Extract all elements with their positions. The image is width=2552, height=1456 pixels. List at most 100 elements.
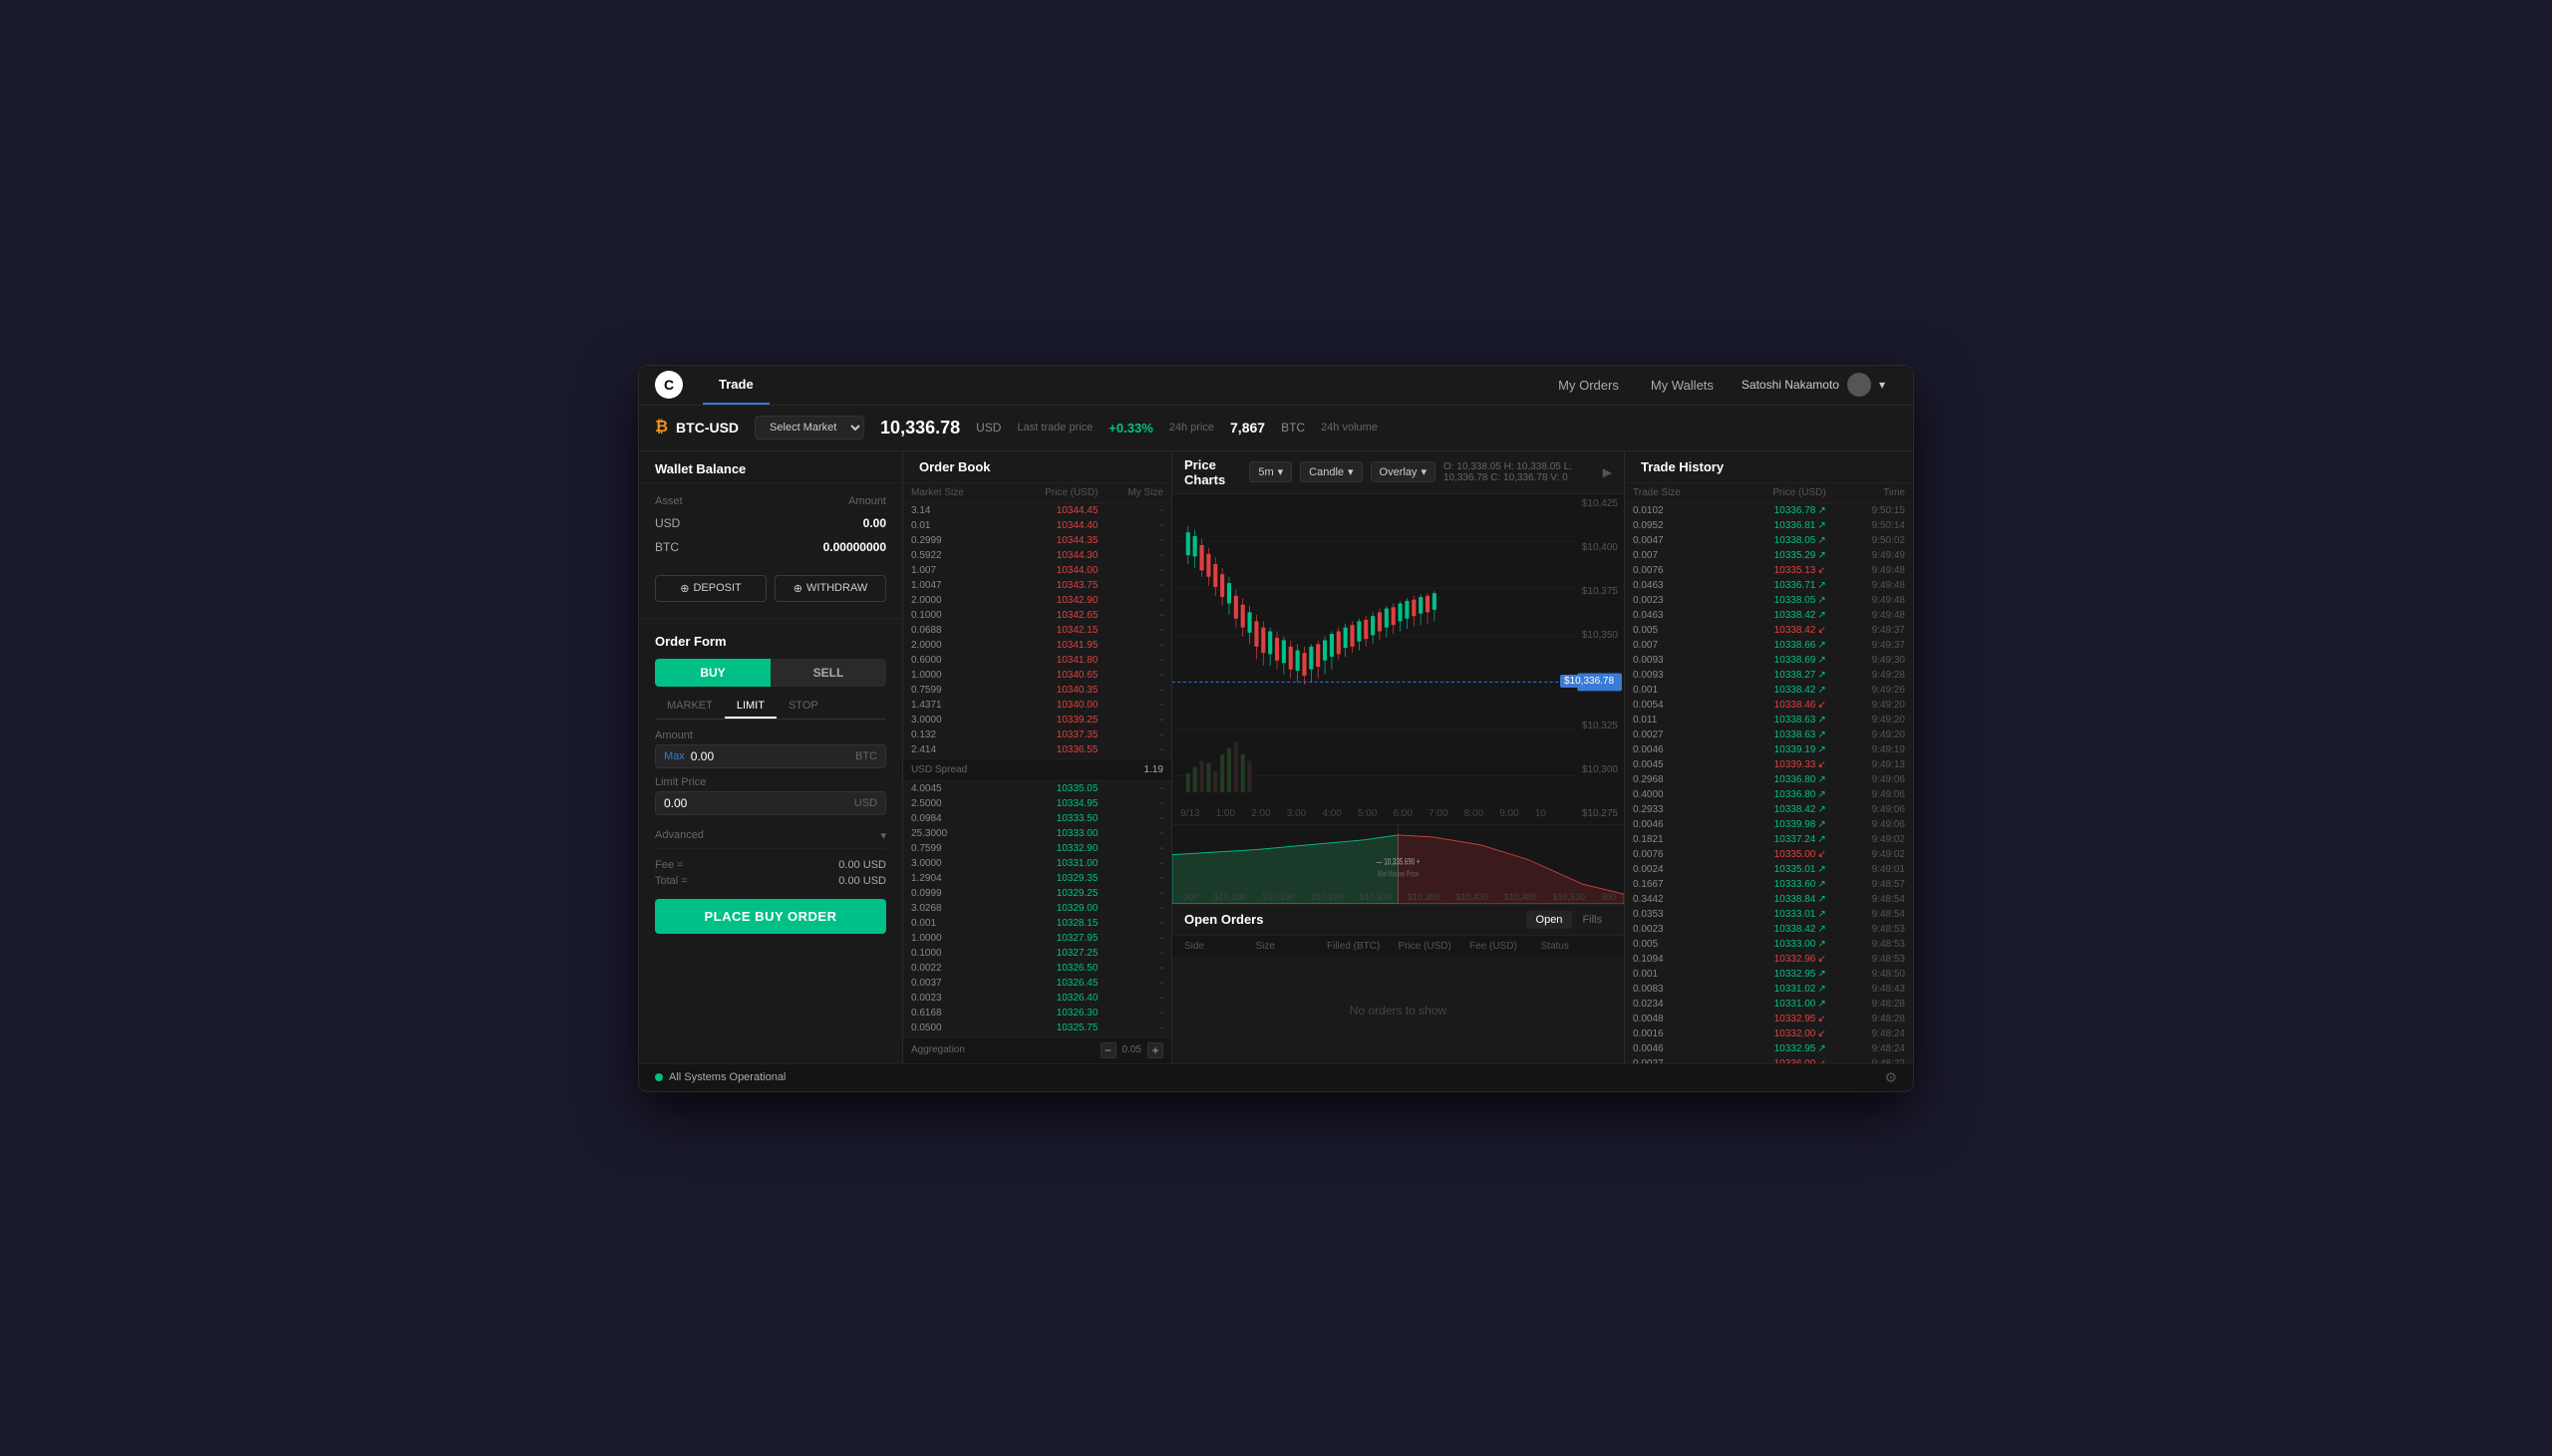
order-book-bid-row[interactable]: 0.0023 10326.40 -	[903, 991, 1171, 1006]
ob-bid-size: 0.0999	[911, 888, 1005, 899]
order-book-bid-row[interactable]: 1.2904 10329.35 -	[903, 871, 1171, 886]
order-book-ask-row[interactable]: 0.6000 10341.80 -	[903, 653, 1171, 668]
trade-history-row: 0.3442 10338.84↗ 9:48:54	[1625, 892, 1913, 907]
th-trade-size: 0.0027	[1633, 729, 1721, 740]
open-orders-panel: Open Orders Open Fills Side Size Filled …	[1172, 904, 1624, 1063]
buy-button[interactable]: BUY	[655, 659, 771, 687]
order-book-bids: 4.0045 10335.05 - 2.5000 10334.95 - 0.09…	[903, 781, 1171, 1036]
settings-icon[interactable]: ⚙	[1884, 1069, 1897, 1086]
ob-ask-size: 0.5922	[911, 550, 1005, 561]
order-book-bid-row[interactable]: 25.3000 10333.00 -	[903, 826, 1171, 841]
time-axis: 9/13 1:00 2:00 3:00 4:00 5:00 6:00 7:00 …	[1172, 804, 1554, 824]
order-book-bid-row[interactable]: 4.0045 10335.05 -	[903, 781, 1171, 796]
order-book-ask-row[interactable]: 0.1000 10342.65 -	[903, 608, 1171, 623]
order-book-ask-row[interactable]: 0.2999 10344.35 -	[903, 533, 1171, 548]
ob-bid-my: -	[1098, 843, 1163, 854]
trade-history-row: 0.001 10332.95↗ 9:48:50	[1625, 967, 1913, 982]
open-orders-empty: No orders to show	[1172, 958, 1624, 1063]
th-trade-price: 10335.00↙	[1721, 849, 1826, 860]
order-book-bid-row[interactable]: 0.6168 10326.30 -	[903, 1006, 1171, 1020]
withdraw-button[interactable]: ⊕ WITHDRAW	[775, 575, 886, 602]
order-book-bid-row[interactable]: 1.0000 10325.45 -	[903, 1035, 1171, 1036]
order-book-ask-row[interactable]: 3.0000 10339.25 -	[903, 713, 1171, 728]
th-trade-size: 0.0353	[1633, 909, 1721, 920]
th-trade-price: 10338.42↗	[1721, 610, 1826, 621]
order-book-ask-row[interactable]: 1.4371 10340.00 -	[903, 698, 1171, 713]
order-book-ask-row[interactable]: 0.132 10337.35 -	[903, 728, 1171, 742]
open-orders-fills-tab[interactable]: Fills	[1572, 911, 1612, 929]
aggregation-minus-button[interactable]: −	[1101, 1042, 1116, 1058]
aggregation-plus-button[interactable]: +	[1147, 1042, 1163, 1058]
ob-ask-size: 1.0047	[911, 580, 1005, 591]
wallet-table: Asset Amount USD 0.00 BTC 0.00000000	[639, 483, 902, 567]
th-trade-price: 10338.63↗	[1721, 715, 1826, 726]
trade-history-row: 0.011 10338.63↗ 9:49:20	[1625, 713, 1913, 728]
stop-order-tab[interactable]: STOP	[777, 695, 830, 719]
order-book-bid-row[interactable]: 0.0999 10329.25 -	[903, 886, 1171, 901]
order-book-bid-row[interactable]: 3.0000 10331.00 -	[903, 856, 1171, 871]
trade-history-row: 0.001 10338.42↗ 9:49:26	[1625, 683, 1913, 698]
amount-input[interactable]	[691, 749, 855, 763]
spread-value: 1.19	[1144, 764, 1163, 775]
chart-expand-icon[interactable]: ▶	[1603, 465, 1612, 479]
ob-bid-my: -	[1098, 903, 1163, 914]
order-book-bid-row[interactable]: 0.0500 10325.75 -	[903, 1020, 1171, 1035]
order-book-bid-row[interactable]: 3.0268 10329.00 -	[903, 901, 1171, 916]
th-price-header: Price (USD)	[1721, 487, 1826, 498]
ob-ask-price: 10344.45	[1005, 505, 1099, 516]
order-book-ask-row[interactable]: 3.14 10344.45 -	[903, 503, 1171, 518]
place-buy-order-button[interactable]: PLACE BUY ORDER	[655, 899, 886, 934]
sell-button[interactable]: SELL	[771, 659, 886, 687]
limit-order-tab[interactable]: LIMIT	[725, 695, 777, 719]
order-book-ask-row[interactable]: 2.0000 10341.95 -	[903, 638, 1171, 653]
svg-text:— 10,335.690 +: — 10,335.690 +	[1376, 856, 1420, 866]
order-book-ask-row[interactable]: 0.7599 10340.35 -	[903, 683, 1171, 698]
market-select[interactable]: Select Market	[755, 416, 864, 439]
ob-bid-my: -	[1098, 1022, 1163, 1033]
order-book-bid-row[interactable]: 0.7599 10332.90 -	[903, 841, 1171, 856]
my-wallets-button[interactable]: My Wallets	[1635, 365, 1730, 405]
order-book-ask-row[interactable]: 0.0688 10342.15 -	[903, 623, 1171, 638]
ob-bid-size: 25.3000	[911, 828, 1005, 839]
btc-asset-amount: 0.00000000	[823, 540, 886, 554]
trade-tab[interactable]: Trade	[703, 365, 770, 405]
trade-history-row: 0.0234 10331.00↗ 9:48:28	[1625, 997, 1913, 1012]
chart-type-dropdown[interactable]: Candle ▾	[1300, 461, 1362, 482]
order-book-ask-row[interactable]: 1.007 10344.00 -	[903, 563, 1171, 578]
trade-history-row: 0.0102 10336.78↗ 9:50:15	[1625, 503, 1913, 518]
ob-ask-price: 10340.00	[1005, 700, 1099, 711]
market-order-tab[interactable]: MARKET	[655, 695, 725, 719]
order-book-bid-row[interactable]: 0.1000 10327.25 -	[903, 946, 1171, 961]
btc-icon: ₿	[655, 419, 668, 437]
order-book-ask-row[interactable]: 3.000 10336.50 -	[903, 757, 1171, 758]
overlay-dropdown[interactable]: Overlay ▾	[1371, 461, 1436, 482]
deposit-button[interactable]: ⊕ DEPOSIT	[655, 575, 767, 602]
order-book-ask-row[interactable]: 0.01 10344.40 -	[903, 518, 1171, 533]
order-book-bid-row[interactable]: 1.0000 10327.95 -	[903, 931, 1171, 946]
th-trade-size: 0.1821	[1633, 834, 1721, 845]
order-book-ask-row[interactable]: 0.5922 10344.30 -	[903, 548, 1171, 563]
order-book-bid-row[interactable]: 0.001 10328.15 -	[903, 916, 1171, 931]
th-trade-size: 0.0093	[1633, 670, 1721, 681]
advanced-toggle[interactable]: Advanced ▾	[655, 823, 886, 849]
th-trade-time: 9:48:54	[1826, 894, 1905, 905]
my-orders-button[interactable]: My Orders	[1542, 365, 1635, 405]
max-button[interactable]: Max	[664, 750, 685, 762]
charts-orders-panel: Price Charts 5m ▾ Candle ▾ Overlay ▾	[1172, 451, 1624, 1063]
th-trade-time: 9:48:24	[1826, 1028, 1905, 1039]
th-trade-price: 10336.71↗	[1721, 580, 1826, 591]
ob-bid-size: 0.0984	[911, 813, 1005, 824]
order-book-ask-row[interactable]: 2.414 10336.55 -	[903, 742, 1171, 757]
order-book-bid-row[interactable]: 0.0984 10333.50 -	[903, 811, 1171, 826]
order-book-bid-row[interactable]: 0.0037 10326.45 -	[903, 976, 1171, 991]
user-profile[interactable]: Satoshi Nakamoto ▾	[1730, 373, 1897, 397]
timeframe-dropdown[interactable]: 5m ▾	[1249, 461, 1292, 482]
order-book-bid-row[interactable]: 2.5000 10334.95 -	[903, 796, 1171, 811]
order-book-ask-row[interactable]: 2.0000 10342.90 -	[903, 593, 1171, 608]
order-book-bid-row[interactable]: 0.0022 10326.50 -	[903, 961, 1171, 976]
order-book-ask-row[interactable]: 1.0047 10343.75 -	[903, 578, 1171, 593]
ob-bid-my: -	[1098, 813, 1163, 824]
open-orders-open-tab[interactable]: Open	[1526, 911, 1573, 929]
order-book-ask-row[interactable]: 1.0000 10340.65 -	[903, 668, 1171, 683]
limit-price-input[interactable]	[664, 796, 854, 810]
